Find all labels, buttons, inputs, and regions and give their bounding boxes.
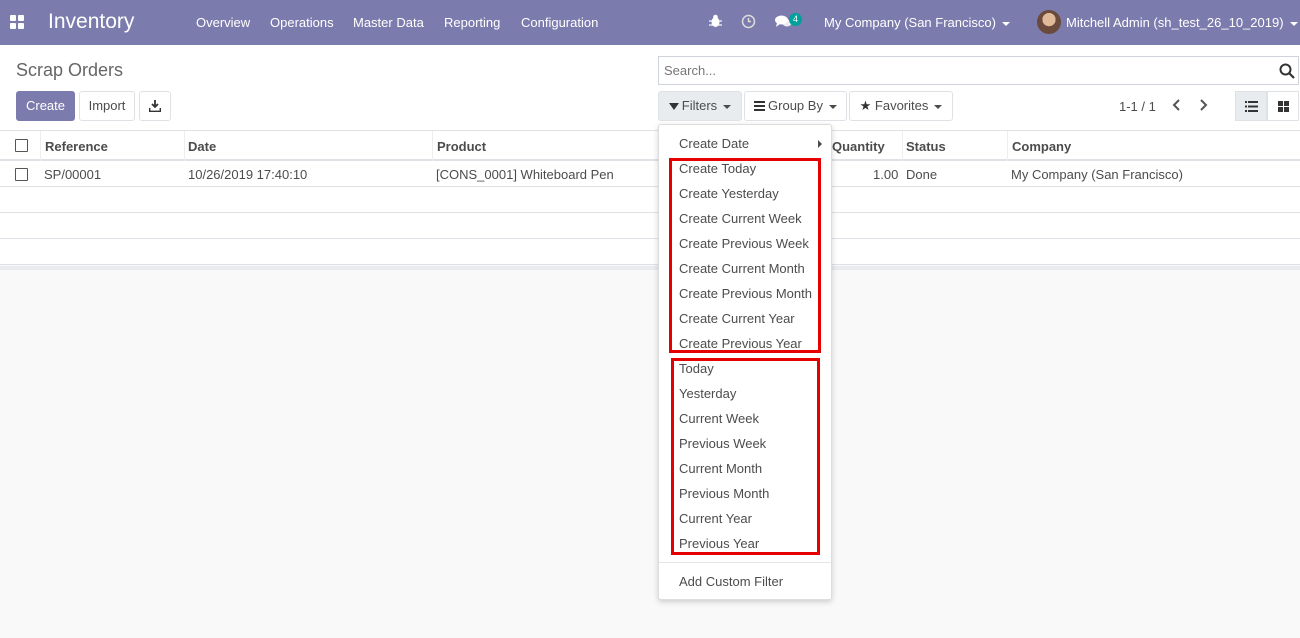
- menu-overview[interactable]: Overview: [196, 15, 250, 30]
- empty-row: [0, 239, 1300, 265]
- search-box: [658, 56, 1299, 85]
- cell-status: Done: [906, 167, 938, 182]
- column-date[interactable]: Date: [188, 139, 216, 154]
- search-input[interactable]: [659, 57, 1259, 84]
- group-by-button[interactable]: Group By: [744, 91, 847, 121]
- chevron-right-icon[interactable]: [1199, 98, 1209, 112]
- menu-reporting[interactable]: Reporting: [444, 15, 500, 30]
- control-panel: Scrap Orders Create Import Filters Group…: [0, 45, 1300, 131]
- company-switcher[interactable]: My Company (San Francisco): [824, 15, 1010, 30]
- list-view: Reference Date Product Quantity Status C…: [0, 131, 1300, 265]
- chevron-down-icon: [828, 104, 837, 109]
- column-divider: [432, 131, 433, 161]
- chat-count-badge: 4: [789, 13, 803, 26]
- favorites-label: Favorites: [874, 98, 929, 113]
- top-navbar: Inventory Overview Operations Master Dat…: [0, 0, 1300, 45]
- star-icon: ★: [859, 98, 872, 113]
- cell-product: [CONS_0001] Whiteboard Pen: [436, 167, 614, 182]
- column-quantity[interactable]: Quantity: [832, 139, 885, 154]
- download-button[interactable]: [139, 91, 171, 121]
- table-row[interactable]: SP/00001 10/26/2019 17:40:10 [CONS_0001]…: [0, 161, 1300, 187]
- chevron-down-icon: [723, 104, 732, 109]
- empty-row: [0, 187, 1300, 213]
- breadcrumb: Scrap Orders: [16, 60, 124, 80]
- chevron-down-icon: [1289, 21, 1298, 26]
- list-view-icon: [1245, 101, 1258, 112]
- column-product[interactable]: Product: [437, 139, 486, 154]
- filters-button[interactable]: Filters: [658, 91, 742, 121]
- list-footer-bar: [0, 266, 1300, 270]
- select-all-checkbox[interactable]: [15, 139, 28, 152]
- dropdown-divider: [659, 562, 831, 563]
- column-company[interactable]: Company: [1012, 139, 1071, 154]
- column-divider: [1007, 131, 1008, 161]
- company-name: My Company (San Francisco): [824, 15, 996, 30]
- cell-company: My Company (San Francisco): [1011, 167, 1183, 182]
- user-name: Mitchell Admin (sh_test_26_10_2019): [1066, 15, 1284, 30]
- user-menu[interactable]: Mitchell Admin (sh_test_26_10_2019): [1066, 15, 1298, 30]
- download-icon: [148, 100, 162, 113]
- cell-quantity: 1.00: [873, 167, 899, 182]
- kanban-view-button[interactable]: [1267, 91, 1299, 121]
- activity-clock-icon[interactable]: [741, 14, 756, 29]
- table-header: Reference Date Product Quantity Status C…: [0, 131, 1300, 161]
- column-divider: [40, 131, 41, 161]
- create-button[interactable]: Create: [16, 91, 75, 121]
- caret-right-icon: [818, 140, 822, 148]
- column-divider: [902, 131, 903, 161]
- row-checkbox[interactable]: [15, 168, 28, 181]
- column-status[interactable]: Status: [906, 139, 946, 154]
- apps-menu-icon[interactable]: [10, 15, 24, 29]
- menu-operations[interactable]: Operations: [270, 15, 334, 30]
- filter-group-create-date[interactable]: Create Date: [679, 136, 749, 151]
- menu-master-data[interactable]: Master Data: [353, 15, 424, 30]
- favorites-button[interactable]: ★ Favorites: [849, 91, 953, 121]
- search-icon[interactable]: [1279, 63, 1295, 79]
- list-view-button[interactable]: [1235, 91, 1267, 121]
- cell-date: 10/26/2019 17:40:10: [188, 167, 308, 182]
- menu-configuration[interactable]: Configuration: [521, 15, 598, 30]
- filters-label: Filters: [681, 98, 718, 113]
- avatar[interactable]: [1037, 10, 1061, 34]
- column-divider: [184, 131, 185, 161]
- pager-value[interactable]: 1-1 / 1: [1119, 99, 1156, 114]
- bug-icon[interactable]: [709, 14, 722, 28]
- chevron-down-icon: [1001, 21, 1010, 26]
- group-by-label: Group By: [768, 98, 823, 113]
- cell-reference: SP/00001: [44, 167, 102, 182]
- add-custom-filter[interactable]: Add Custom Filter: [679, 574, 783, 589]
- highlight-box-date-filters: [671, 358, 820, 555]
- column-reference[interactable]: Reference: [45, 139, 108, 154]
- kanban-view-icon: [1278, 101, 1289, 112]
- filter-icon: [668, 103, 679, 111]
- app-name[interactable]: Inventory: [48, 10, 134, 34]
- chevron-down-icon: [934, 104, 943, 109]
- chevron-left-icon[interactable]: [1171, 98, 1181, 112]
- import-button[interactable]: Import: [79, 91, 135, 121]
- list-icon: [754, 101, 766, 111]
- highlight-box-create-date-filters: [669, 158, 821, 353]
- empty-row: [0, 213, 1300, 239]
